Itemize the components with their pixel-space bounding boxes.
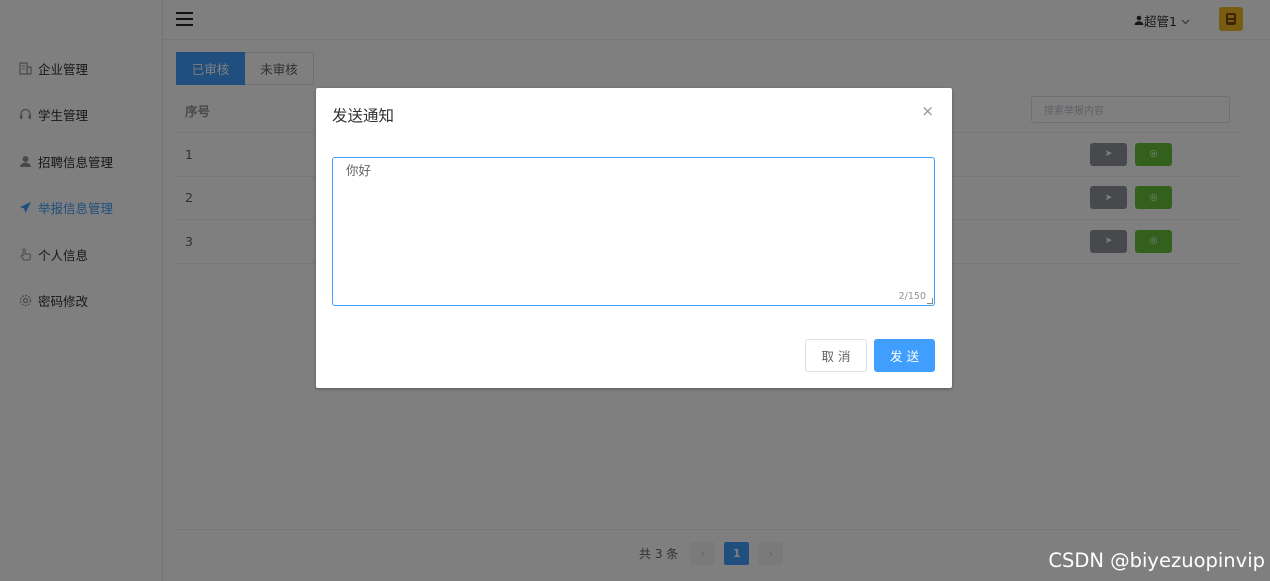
dialog-title: 发送通知 [332, 107, 395, 125]
notice-textarea-wrapper: 你好 2/150 [332, 157, 935, 306]
send-button[interactable]: 发 送 [874, 339, 935, 372]
resize-handle[interactable] [927, 298, 933, 304]
close-icon[interactable]: × [921, 102, 934, 120]
notice-textarea[interactable]: 你好 [333, 158, 934, 305]
cancel-button[interactable]: 取 消 [805, 339, 867, 372]
char-counter: 2/150 [898, 291, 926, 302]
watermark: CSDN @biyezuopinvip [1048, 549, 1265, 572]
send-notice-dialog: 发送通知 × 你好 2/150 取 消 发 送 [316, 88, 952, 388]
